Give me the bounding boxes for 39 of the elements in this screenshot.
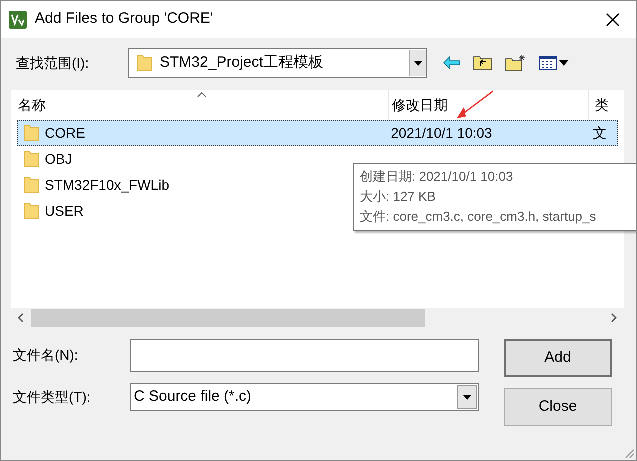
- look-in-dropdown[interactable]: STM32_Project工程模板: [128, 48, 427, 78]
- file-type-dropdown[interactable]: C Source file (*.c): [130, 383, 479, 411]
- app-logo-icon: [9, 10, 27, 28]
- scrollbar-thumb[interactable]: [31, 309, 425, 327]
- view-menu-button[interactable]: [539, 56, 569, 70]
- file-name: STM32F10x_FWLib: [45, 176, 170, 195]
- arrow-annotation: [456, 90, 494, 120]
- scroll-left-icon[interactable]: [17, 313, 25, 323]
- look-in-label: 查找范围(I):: [16, 54, 90, 73]
- resize-grip-icon[interactable]: [623, 447, 635, 459]
- new-folder-icon[interactable]: [505, 54, 527, 72]
- back-arrow-icon[interactable]: [443, 56, 461, 70]
- file-row[interactable]: CORE 2021/10/1 10:03 文: [17, 120, 618, 146]
- file-name: OBJ: [45, 150, 72, 168]
- add-button[interactable]: Add: [504, 339, 612, 377]
- file-name: CORE: [45, 124, 86, 142]
- caret-icon: [462, 394, 472, 400]
- caret-icon: [414, 60, 422, 66]
- tooltip-line: 文件: core_cm3.c, core_cm3.h, startup_s: [360, 208, 598, 226]
- scroll-right-icon[interactable]: [610, 313, 618, 323]
- folder-icon: [24, 176, 40, 194]
- column-header[interactable]: 类: [589, 90, 619, 120]
- file-name-input[interactable]: [130, 339, 479, 372]
- view-grid-icon: [539, 56, 557, 70]
- folder-icon: [137, 54, 153, 72]
- close-icon[interactable]: [606, 12, 620, 26]
- file-name-label: 文件名(N):: [13, 346, 80, 365]
- folder-icon: [24, 202, 40, 220]
- window-title: Add Files to Group 'CORE': [35, 9, 214, 30]
- caret-icon: [559, 60, 569, 66]
- file-name: USER: [45, 202, 84, 220]
- up-folder-icon[interactable]: [473, 55, 493, 71]
- folder-icon: [24, 124, 40, 142]
- folder-icon: [24, 150, 40, 168]
- file-type: 文: [593, 124, 608, 140]
- tooltip-line: 大小: 127 KB: [360, 188, 437, 206]
- close-button[interactable]: Close: [504, 388, 612, 426]
- file-date: 2021/10/1 10:03: [391, 124, 492, 140]
- file-type-label: 文件类型(T):: [13, 388, 92, 407]
